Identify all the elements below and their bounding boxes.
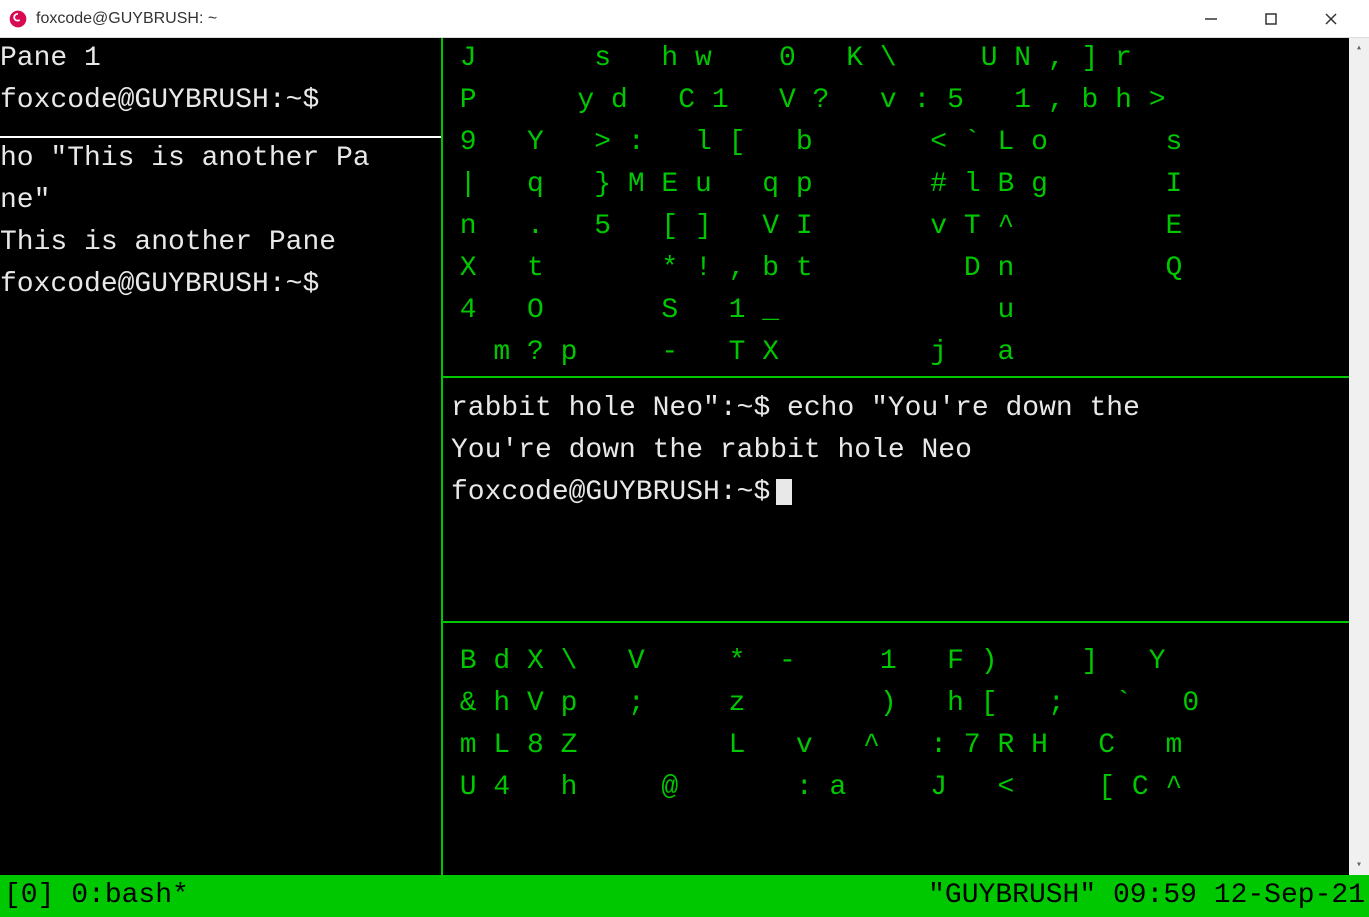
pane-middle[interactable]: rabbit hole Neo":~$ echo "You're down th…	[443, 378, 1369, 623]
pane-top-left[interactable]: Pane 1 foxcode@GUYBRUSH:~$	[0, 38, 441, 138]
middle-prompt: foxcode@GUYBRUSH:~$	[451, 477, 770, 508]
middle-line1: rabbit hole Neo":~$ echo "You're down th…	[451, 393, 1140, 424]
terminal-area[interactable]: Pane 1 foxcode@GUYBRUSH:~$ ho "This is a…	[0, 38, 1369, 875]
pane-matrix-top[interactable]: J s h w 0 K \ U N , ] r P y d C 1 V ? v …	[443, 38, 1369, 378]
status-left: [0] 0:bash*	[4, 875, 928, 917]
close-button[interactable]	[1301, 0, 1361, 38]
cursor	[776, 479, 792, 505]
pane-bottom-left[interactable]: ho "This is another Pa ne" This is anoth…	[0, 138, 441, 875]
tmux-statusbar: [0] 0:bash* "GUYBRUSH" 09:59 12-Sep-21	[0, 875, 1369, 917]
maximize-button[interactable]	[1241, 0, 1301, 38]
middle-line2: You're down the rabbit hole Neo	[451, 435, 972, 466]
minimize-button[interactable]	[1181, 0, 1241, 38]
window-controls	[1181, 0, 1361, 38]
window-title: foxcode@GUYBRUSH: ~	[36, 10, 1181, 28]
status-right: "GUYBRUSH" 09:59 12-Sep-21	[928, 875, 1365, 917]
window-titlebar: foxcode@GUYBRUSH: ~	[0, 0, 1369, 38]
scroll-up-icon[interactable]: ▴	[1349, 38, 1369, 58]
debian-icon	[8, 9, 28, 29]
scrollbar[interactable]: ▴ ▾	[1349, 38, 1369, 875]
scroll-down-icon[interactable]: ▾	[1349, 855, 1369, 875]
right-column: J s h w 0 K \ U N , ] r P y d C 1 V ? v …	[443, 38, 1369, 875]
left-column: Pane 1 foxcode@GUYBRUSH:~$ ho "This is a…	[0, 38, 443, 875]
pane-matrix-bottom[interactable]: B d X \ V * - 1 F ) ] Y & h V p ; z ) h …	[443, 623, 1369, 875]
